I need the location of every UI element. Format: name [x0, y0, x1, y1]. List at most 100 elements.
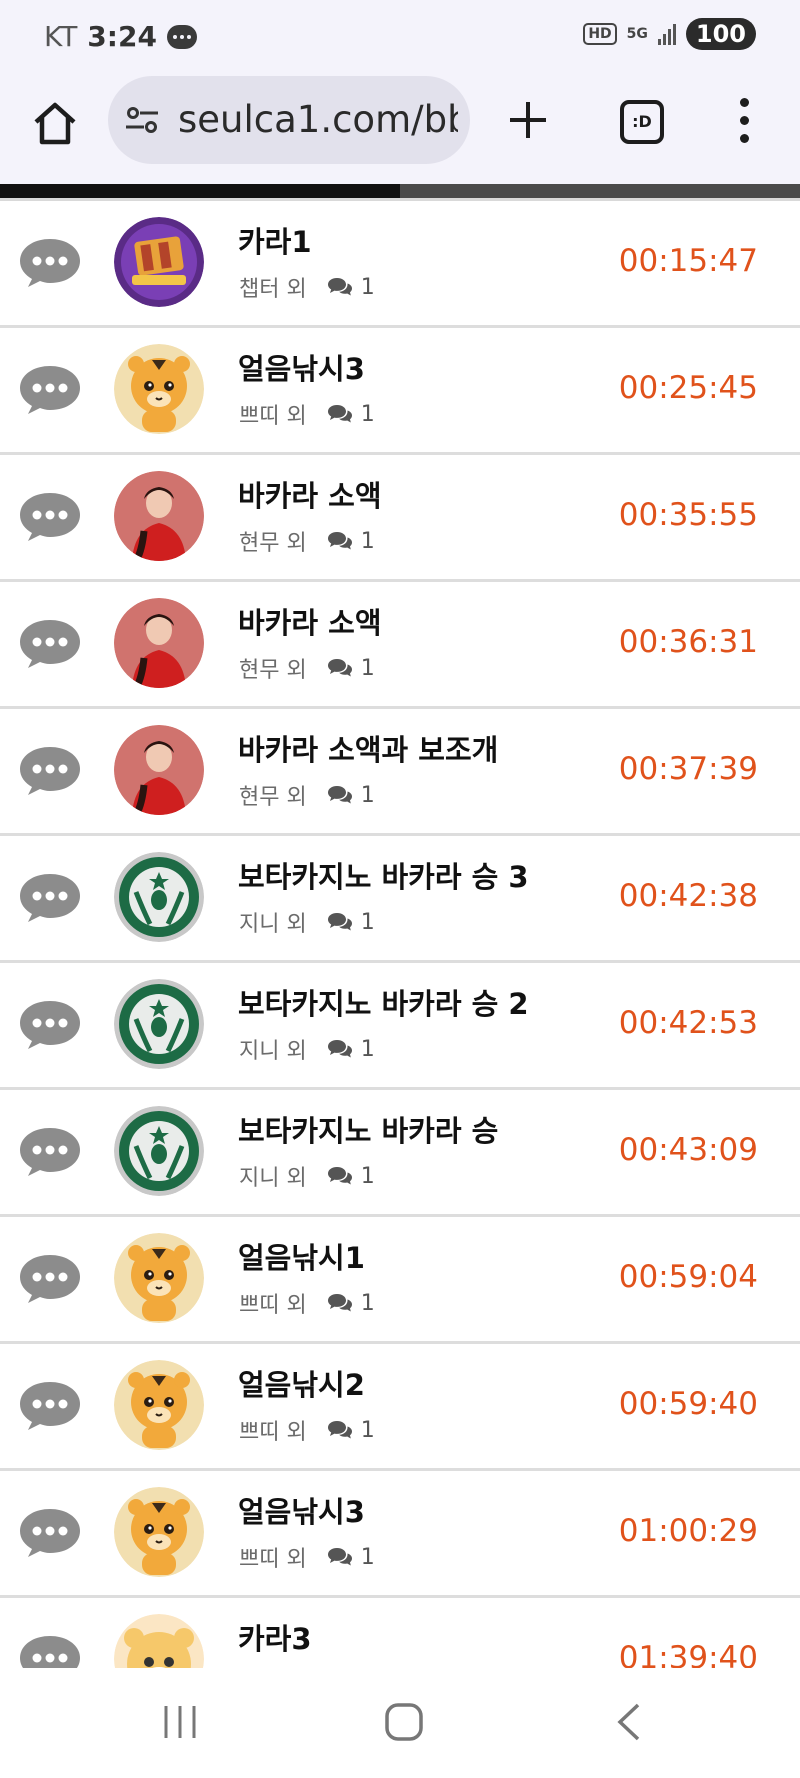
- comment-count: 1: [360, 274, 375, 300]
- comments-icon: [327, 1547, 353, 1567]
- avatar[interactable]: [114, 725, 204, 815]
- avatar[interactable]: [114, 598, 204, 688]
- chat-bubble-icon: [18, 491, 82, 543]
- avatar[interactable]: [114, 1614, 204, 1671]
- more-menu-icon[interactable]: [736, 98, 752, 144]
- post-title[interactable]: 보타카지노 바카라 승 3: [238, 854, 529, 896]
- post-time: 00:25:45: [618, 370, 758, 406]
- list-item[interactable]: 바카라 소액 현무 외 1 00:35:55: [0, 455, 800, 582]
- signal-strength-icon: [657, 23, 676, 45]
- browser-toolbar: seulca1.com/bb :D: [0, 72, 800, 184]
- tab-switcher-button[interactable]: :D: [620, 100, 664, 144]
- list-item[interactable]: 바카라 소액과 보조개 현무 외 1 00:37:39: [0, 709, 800, 836]
- url-text: seulca1.com/bb: [178, 98, 458, 141]
- list-item[interactable]: 보타카지노 바카라 승 3 지니 외 1 00:42:38: [0, 836, 800, 963]
- post-meta: 쁘띠 외 1: [239, 1287, 375, 1319]
- network-type: 5G: [626, 26, 648, 42]
- post-meta: 지니 외 1: [239, 1160, 375, 1192]
- home-button-icon[interactable]: [384, 1702, 424, 1742]
- comment-count: 1: [360, 1417, 375, 1443]
- comment-count: 1: [360, 782, 375, 808]
- post-meta: 쁘띠 외 1: [239, 1414, 375, 1446]
- post-title[interactable]: 바카라 소액: [238, 473, 382, 515]
- list-item[interactable]: 바카라 소액 현무 외 1 00:36:31: [0, 582, 800, 709]
- post-author: 챕터 외: [239, 277, 307, 302]
- list-item[interactable]: 보타카지노 바카라 승 2 지니 외 1 00:42:53: [0, 963, 800, 1090]
- chat-bubble-icon: [18, 1507, 82, 1559]
- hd-voice-icon: HD: [583, 23, 617, 45]
- recent-apps-icon[interactable]: [162, 1704, 198, 1740]
- post-title[interactable]: 보타카지노 바카라 승 2: [238, 981, 529, 1023]
- post-title[interactable]: 카라3: [238, 1616, 312, 1658]
- comments-icon: [327, 1420, 353, 1440]
- avatar[interactable]: [114, 1487, 204, 1577]
- comment-count: 1: [360, 528, 375, 554]
- post-title[interactable]: 얼음낚시3: [238, 346, 365, 388]
- list-item[interactable]: 카라3 01:39:40: [0, 1598, 800, 1671]
- post-meta: 쁘띠 외 1: [239, 1541, 375, 1573]
- list-item[interactable]: 얼음낚시3 쁘띠 외 1 00:25:45: [0, 328, 800, 455]
- site-settings-icon[interactable]: [124, 102, 160, 138]
- post-title[interactable]: 얼음낚시3: [238, 1489, 365, 1531]
- list-item[interactable]: 카라1 챕터 외 1 00:15:47: [0, 201, 800, 328]
- avatar[interactable]: [114, 471, 204, 561]
- comment-count: 1: [360, 1163, 375, 1189]
- post-meta: 지니 외 1: [239, 906, 375, 938]
- list-item[interactable]: 얼음낚시1 쁘띠 외 1 00:59:04: [0, 1217, 800, 1344]
- clock: 3:24: [87, 20, 157, 53]
- post-title[interactable]: 카라1: [238, 219, 312, 261]
- post-title[interactable]: 얼음낚시2: [238, 1362, 365, 1404]
- avatar[interactable]: [114, 852, 204, 942]
- address-bar[interactable]: seulca1.com/bb: [108, 76, 470, 164]
- avatar[interactable]: [114, 979, 204, 1069]
- avatar[interactable]: [114, 1233, 204, 1323]
- post-time: 00:59:40: [618, 1386, 758, 1422]
- chat-bubble-icon: [18, 999, 82, 1051]
- post-title[interactable]: 얼음낚시1: [238, 1235, 365, 1277]
- avatar[interactable]: [114, 344, 204, 434]
- avatar[interactable]: [114, 1106, 204, 1196]
- list-item[interactable]: 얼음낚시3 쁘띠 외 1 01:00:29: [0, 1471, 800, 1598]
- post-meta: 현무 외 1: [239, 525, 375, 557]
- post-time: 01:39:40: [618, 1640, 758, 1671]
- chat-bubble-icon: [18, 1634, 82, 1671]
- system-navigation-bar: [0, 1668, 800, 1778]
- comments-icon: [327, 404, 353, 424]
- chat-bubble-icon: [18, 1380, 82, 1432]
- new-tab-icon[interactable]: [508, 100, 548, 140]
- post-author: 현무 외: [239, 785, 307, 810]
- list-item[interactable]: 얼음낚시2 쁘띠 외 1 00:59:40: [0, 1344, 800, 1471]
- post-time: 00:37:39: [618, 751, 758, 787]
- post-time: 00:15:47: [618, 243, 758, 279]
- back-icon[interactable]: [612, 1702, 644, 1742]
- comment-count: 1: [360, 401, 375, 427]
- post-meta: 챕터 외 1: [239, 271, 375, 303]
- chat-bubble-icon: [18, 618, 82, 670]
- chat-bubble-icon: [18, 872, 82, 924]
- comments-icon: [327, 531, 353, 551]
- comments-icon: [327, 658, 353, 678]
- post-author: 지니 외: [239, 1039, 307, 1064]
- comments-icon: [327, 1166, 353, 1186]
- list-item[interactable]: 보타카지노 바카라 승 지니 외 1 00:43:09: [0, 1090, 800, 1217]
- post-time: 01:00:29: [618, 1513, 758, 1549]
- progress-fill: [0, 184, 400, 198]
- carrier-label: KT: [44, 20, 78, 53]
- avatar[interactable]: [114, 1360, 204, 1450]
- post-author: 쁘띠 외: [239, 1420, 307, 1445]
- post-time: 00:42:53: [618, 1005, 758, 1041]
- post-time: 00:42:38: [618, 878, 758, 914]
- post-title[interactable]: 바카라 소액: [238, 600, 382, 642]
- post-author: 쁘띠 외: [239, 404, 307, 429]
- post-time: 00:59:04: [618, 1259, 758, 1295]
- post-author: 현무 외: [239, 531, 307, 556]
- post-meta: 현무 외 1: [239, 652, 375, 684]
- post-title[interactable]: 보타카지노 바카라 승: [238, 1108, 498, 1150]
- post-meta: 지니 외 1: [239, 1033, 375, 1065]
- post-time: 00:35:55: [618, 497, 758, 533]
- chat-bubble-icon: [18, 745, 82, 797]
- status-left: KT 3:24: [44, 20, 197, 53]
- home-icon[interactable]: [30, 98, 80, 148]
- post-title[interactable]: 바카라 소액과 보조개: [238, 727, 498, 769]
- avatar[interactable]: [114, 217, 204, 307]
